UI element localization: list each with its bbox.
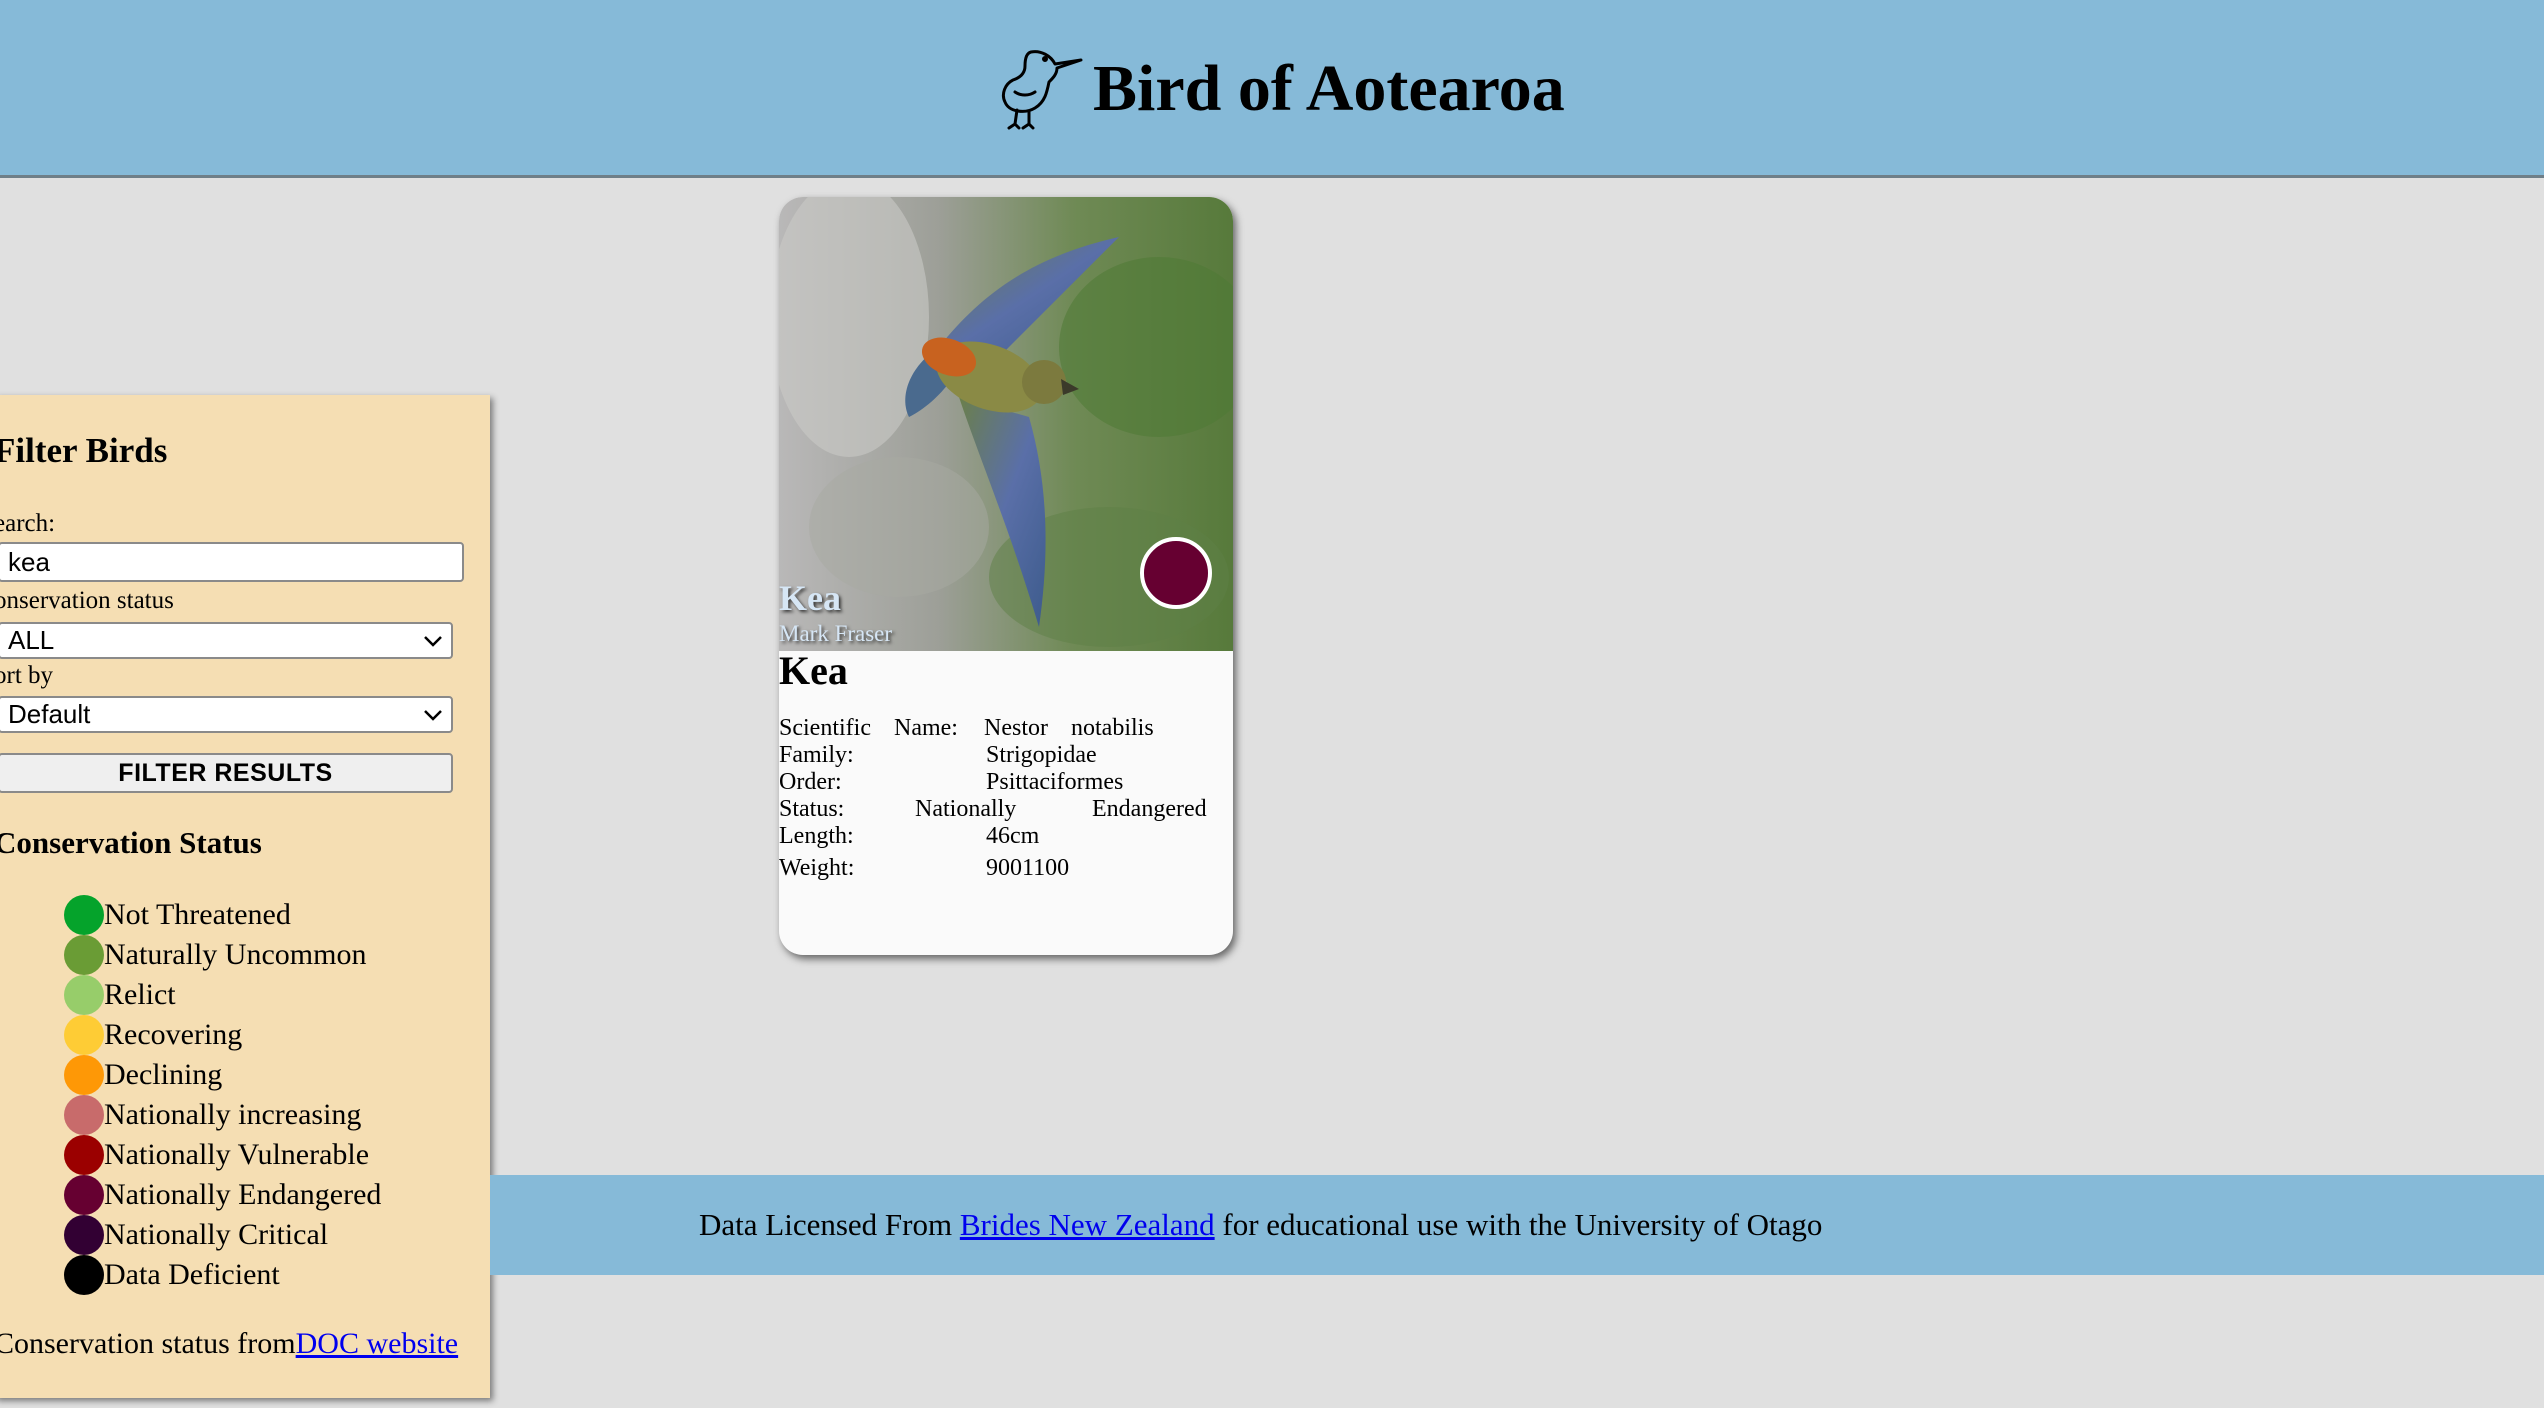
photo-credit: Mark Fraser <box>779 621 893 646</box>
doc-website-link[interactable]: DOC website <box>296 1327 458 1360</box>
chevron-down-icon <box>424 709 442 721</box>
source-prefix: Conservation status from <box>0 1327 296 1360</box>
family-row: Family: Strigopidae <box>779 742 1219 769</box>
footer-suffix: for educational use with the University … <box>1214 1207 1823 1242</box>
brides-new-zealand-link[interactable]: Brides New Zealand <box>960 1207 1215 1242</box>
bird-card[interactable]: Kea Mark Fraser Kea Scientific Name: Nes… <box>779 197 1233 955</box>
status-color-dot <box>64 1135 104 1175</box>
status-color-dot <box>64 1255 104 1295</box>
legend-label: Nationally Vulnerable <box>104 1138 370 1171</box>
filter-heading: Filter Birds <box>0 431 168 470</box>
status-row: Status: Nationally Endangered <box>779 796 1219 823</box>
search-input[interactable] <box>0 542 464 582</box>
conservation-source: Conservation status fromDOC website <box>0 1327 458 1361</box>
legend-item: Nationally Vulnerable <box>64 1135 381 1175</box>
detail-label: Scientific <box>779 715 871 741</box>
kiwi-bird-icon <box>1001 50 1083 130</box>
header-brand: Bird of Aotearoa <box>995 34 1565 144</box>
legend-label: Nationally Critical <box>104 1218 329 1251</box>
detail-value: 9001100 <box>986 855 1070 881</box>
detail-value: Psittaciformes <box>986 769 1124 795</box>
legend-item: Declining <box>64 1055 381 1095</box>
sort-by-value: Default <box>8 699 91 729</box>
legend-item: Nationally Critical <box>64 1215 381 1255</box>
status-color-dot <box>64 1015 104 1055</box>
status-color-dot <box>64 935 104 975</box>
detail-label: Name: <box>894 715 958 741</box>
legend-label: Not Threatened <box>104 898 291 931</box>
footer-prefix: Data Licensed From <box>699 1207 960 1242</box>
bird-details: Scientific Name: Nestor notabilis Family… <box>779 715 1219 882</box>
legend-label: Relict <box>104 978 176 1011</box>
length-row: Length: 46cm <box>779 823 1219 850</box>
detail-label: Weight: <box>779 855 855 881</box>
detail-value: Endangered <box>1092 796 1207 822</box>
status-color-dot <box>64 975 104 1015</box>
detail-value: Nationally <box>915 796 1017 822</box>
site-header: Bird of Aotearoa <box>0 0 2544 178</box>
status-color-dot <box>64 1095 104 1135</box>
detail-value: Strigopidae <box>986 742 1097 768</box>
detail-value: notabilis <box>1071 715 1154 741</box>
site-footer: Data Licensed From Brides New Zealand fo… <box>490 1175 2544 1275</box>
conservation-status-select[interactable]: ALL <box>0 622 453 659</box>
filter-sidebar: Filter Birds earch: onservation status A… <box>0 395 490 1398</box>
legend-label: Declining <box>104 1058 223 1091</box>
conservation-status-value: ALL <box>8 625 55 655</box>
status-color-dot <box>64 1055 104 1095</box>
legend-item: Not Threatened <box>64 895 381 935</box>
legend-label: Nationally increasing <box>104 1098 362 1131</box>
filter-results-button[interactable]: FILTER RESULTS <box>0 753 453 793</box>
detail-label: Order: <box>779 769 842 795</box>
status-color-dot <box>64 895 104 935</box>
legend-heading: Conservation Status <box>0 825 262 860</box>
detail-label: Length: <box>779 823 854 849</box>
detail-value: Nestor <box>984 715 1048 741</box>
legend-item: Nationally increasing <box>64 1095 381 1135</box>
legend-label: Naturally Uncommon <box>104 938 367 971</box>
order-row: Order: Psittaciformes <box>779 769 1219 796</box>
footer-text: Data Licensed From Brides New Zealand fo… <box>699 1207 1822 1243</box>
status-color-dot <box>64 1215 104 1255</box>
legend-item: Data Deficient <box>64 1255 381 1295</box>
legend-item: Recovering <box>64 1015 381 1055</box>
detail-value: 46cm <box>986 823 1040 849</box>
chevron-down-icon <box>424 635 442 647</box>
status-color-dot <box>64 1175 104 1215</box>
status-indicator <box>1140 537 1212 609</box>
legend-label: Recovering <box>104 1018 243 1051</box>
weight-row: Weight: 9001100 <box>779 855 1219 882</box>
legend-item: Naturally Uncommon <box>64 935 381 975</box>
site-title: Bird of Aotearoa <box>1093 52 1565 125</box>
sort-by-label: ort by <box>0 662 54 689</box>
detail-label: Family: <box>779 742 854 768</box>
legend-label: Nationally Endangered <box>104 1178 382 1211</box>
legend-item: Nationally Endangered <box>64 1175 381 1215</box>
bird-name: Kea <box>779 648 848 693</box>
conservation-status-label: onservation status <box>0 587 174 614</box>
photo-caption-name: Kea <box>779 578 841 618</box>
sort-by-select[interactable]: Default <box>0 696 453 733</box>
conservation-legend: Not Threatened Naturally Uncommon Relict… <box>64 895 381 1295</box>
search-label: earch: <box>0 510 56 537</box>
scientific-name-row: Scientific Name: Nestor notabilis <box>779 715 1219 742</box>
legend-label: Data Deficient <box>104 1258 280 1291</box>
legend-item: Relict <box>64 975 381 1015</box>
detail-label: Status: <box>779 796 845 822</box>
